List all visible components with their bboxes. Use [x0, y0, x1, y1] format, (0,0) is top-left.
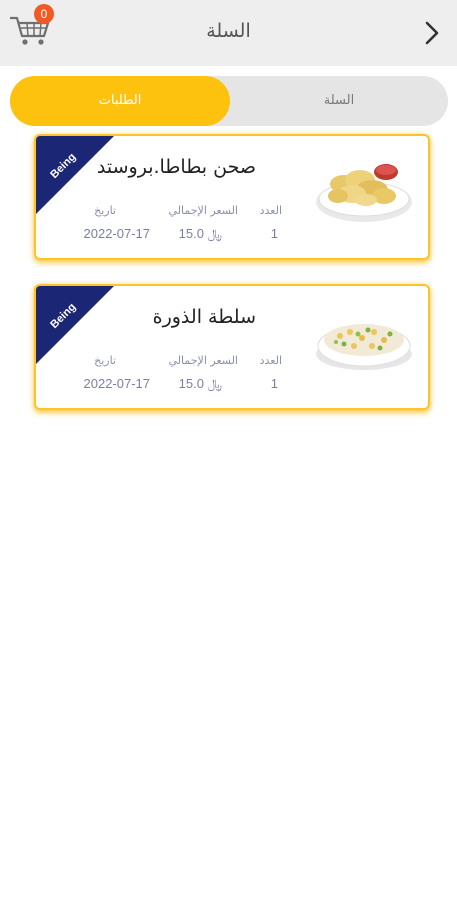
app-header: 0 السلة [0, 0, 457, 66]
quantity-value: 1 [270, 376, 278, 391]
back-button[interactable] [421, 18, 443, 48]
total-price-value: 15.0 ﷼ [178, 376, 222, 391]
date-value: 2022-07-17 [83, 376, 151, 391]
total-price-value: 15.0 ﷼ [178, 226, 222, 241]
quantity-value: 1 [270, 226, 278, 241]
order-card[interactable]: Being صحن بطاطا.بروستد العدد السعر الإجم… [34, 134, 430, 260]
potato-chips-image [316, 164, 412, 222]
order-card[interactable]: Being سلطة الذورة العدد السعر الإجمالي ت… [34, 284, 430, 410]
total-price-label: السعر الإجمالي [168, 204, 238, 217]
item-name: سلطة الذورة [152, 306, 256, 328]
item-name: صحن بطاطا.بروستد [96, 156, 256, 178]
status-ribbon [36, 286, 114, 364]
tab-cart[interactable]: السلة [230, 76, 448, 126]
date-label: تاريخ [94, 204, 116, 217]
date-value: 2022-07-17 [83, 226, 151, 241]
quantity-label: العدد [259, 354, 282, 367]
quantity-label: العدد [259, 204, 282, 217]
tab-bar: الطلبات السلة [10, 76, 448, 126]
chevron-right-icon [425, 21, 439, 45]
tab-orders[interactable]: الطلبات [10, 76, 230, 126]
total-price-label: السعر الإجمالي [168, 354, 238, 367]
corn-salad-image [316, 324, 412, 370]
date-label: تاريخ [94, 354, 116, 367]
page-title: السلة [206, 20, 251, 42]
